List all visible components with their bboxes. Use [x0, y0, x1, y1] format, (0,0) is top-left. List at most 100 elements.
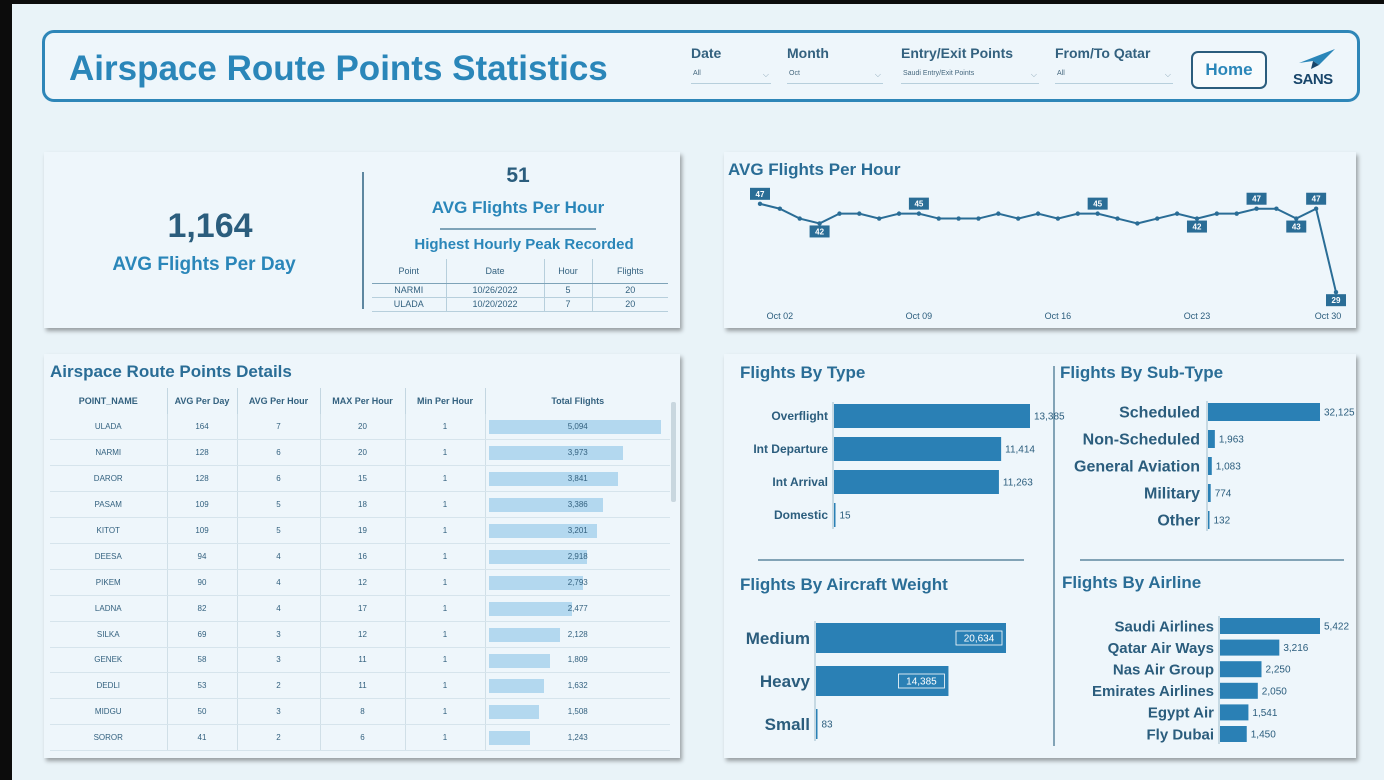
table-row[interactable]: PASAM 109 5 18 1 3,386: [50, 491, 670, 519]
line-point[interactable]: [876, 216, 882, 221]
table-scrollbar[interactable]: [671, 402, 676, 502]
line-point[interactable]: [817, 221, 822, 226]
month-filter[interactable]: Month Oct ⌵: [787, 45, 883, 84]
total-flights-value: 2,918: [567, 551, 588, 561]
col-min-per-hour[interactable]: Min Per Hour: [405, 388, 486, 414]
line-point[interactable]: [1155, 216, 1160, 221]
month-filter-select[interactable]: Oct ⌵: [787, 68, 883, 84]
data-label: 29: [1326, 294, 1346, 307]
line-point[interactable]: [916, 211, 922, 216]
peak-col-point[interactable]: Point: [372, 259, 447, 284]
bar[interactable]: [834, 404, 1030, 428]
line-point[interactable]: [1095, 211, 1100, 216]
line-point[interactable]: [777, 206, 783, 211]
total-flights-value: 1,632: [567, 681, 588, 691]
line-point[interactable]: [956, 216, 961, 221]
table-row[interactable]: ULADA 164 7 20 1 5,094: [50, 414, 670, 441]
line-point[interactable]: [936, 216, 941, 221]
line-point[interactable]: [896, 211, 902, 216]
table-row[interactable]: DAROR 128 6 15 1 3,841: [50, 465, 670, 493]
date-filter[interactable]: Date All ⌵: [691, 45, 771, 84]
line-point[interactable]: [1274, 206, 1279, 211]
peak-col-flights[interactable]: Flights: [592, 259, 668, 284]
line-point[interactable]: [1333, 289, 1339, 295]
cell-avg-per-hour: 4: [237, 595, 321, 622]
date-filter-select[interactable]: All ⌵: [691, 68, 771, 84]
line-point[interactable]: [1075, 211, 1080, 216]
bar[interactable]: [1208, 511, 1210, 529]
data-label-text: 42: [1193, 223, 1202, 232]
line-point[interactable]: [996, 211, 1001, 216]
bar[interactable]: [834, 437, 1002, 461]
line-point[interactable]: [1035, 211, 1041, 216]
table-row[interactable]: SOROR 41 2 6 1 1,243: [50, 724, 670, 752]
cell-max-per-hour: 8: [320, 698, 406, 726]
bar[interactable]: [1208, 484, 1211, 502]
cell-avg-per-hour: 4: [237, 569, 321, 596]
bar[interactable]: [1220, 682, 1258, 699]
col-total-flights[interactable]: Total Flights: [485, 388, 670, 414]
bar[interactable]: [1220, 704, 1249, 721]
total-flights-bar: [488, 472, 619, 487]
bar[interactable]: [1220, 639, 1280, 656]
bar[interactable]: [816, 709, 818, 739]
bar[interactable]: [1208, 457, 1212, 475]
col-avg-per-hour[interactable]: AVG Per Hour: [237, 388, 321, 414]
table-row[interactable]: GENEK 58 3 11 1 1,809: [50, 647, 670, 674]
col-max-per-hour[interactable]: MAX Per Hour: [320, 388, 406, 414]
table-row[interactable]: SILKA 69 3 12 1 2,128: [50, 621, 670, 648]
x-tick-label: Oct 16: [1045, 311, 1072, 321]
table-row[interactable]: DEDLI 53 2 11 1 1,632: [50, 672, 670, 700]
line-point[interactable]: [1016, 216, 1021, 221]
cell-point-name: PASAM: [50, 491, 168, 519]
data-label-text: 45: [914, 200, 923, 209]
table-row[interactable]: MIDGU 50 3 8 1 1,508: [50, 698, 670, 726]
cell-min-per-hour: 1: [405, 543, 486, 570]
line-point[interactable]: [976, 216, 981, 221]
bar[interactable]: [1208, 403, 1320, 421]
line-point[interactable]: [1135, 221, 1140, 226]
data-label: 45: [1087, 197, 1108, 210]
line-point[interactable]: [1055, 216, 1061, 221]
line-point[interactable]: [1313, 206, 1319, 211]
bar[interactable]: [1220, 726, 1247, 742]
entry-exit-filter-select[interactable]: Saudi Entry/Exit Points ⌵: [901, 68, 1039, 84]
qatar-filter-select[interactable]: All ⌵: [1055, 68, 1173, 84]
total-flights-value: 2,128: [567, 629, 588, 639]
table-row[interactable]: KITOT 109 5 19 1 3,201: [50, 517, 670, 544]
bar[interactable]: [1220, 618, 1320, 634]
bar[interactable]: [834, 470, 999, 494]
details-header: POINT_NAME AVG Per Day AVG Per Hour MAX …: [50, 388, 670, 414]
table-row[interactable]: NARMI 128 6 20 1 3,973: [50, 439, 670, 467]
home-button[interactable]: Home: [1191, 51, 1267, 89]
line-point[interactable]: [1234, 211, 1239, 216]
line-point[interactable]: [1214, 211, 1220, 216]
line-point[interactable]: [1174, 211, 1180, 216]
table-row[interactable]: LADNA 82 4 17 1 2,477: [50, 595, 670, 622]
total-flights-value: 1,809: [567, 655, 588, 665]
qatar-filter[interactable]: From/To Qatar All ⌵: [1055, 45, 1173, 84]
line-point[interactable]: [1194, 216, 1200, 221]
line-point[interactable]: [757, 201, 763, 207]
table-row[interactable]: DEESA 94 4 16 1 2,918: [50, 543, 670, 570]
line-point[interactable]: [797, 216, 802, 221]
bar[interactable]: [834, 503, 836, 527]
line-point[interactable]: [837, 211, 842, 216]
col-avg-per-day[interactable]: AVG Per Day: [167, 388, 238, 414]
cell-point-name: MIDGU: [50, 698, 168, 726]
chevron-down-icon: ⌵: [762, 70, 769, 79]
peak-col-date[interactable]: Date: [446, 259, 545, 284]
bar[interactable]: [1208, 430, 1215, 448]
entry-exit-filter[interactable]: Entry/Exit Points Saudi Entry/Exit Point…: [901, 45, 1039, 84]
line-point[interactable]: [1254, 206, 1259, 211]
line-point[interactable]: [1294, 216, 1299, 221]
line-point[interactable]: [1115, 216, 1120, 221]
col-point-name[interactable]: POINT_NAME: [50, 388, 168, 414]
sans-logo: SANS: [1293, 47, 1341, 91]
cell-max-per-hour: 11: [320, 647, 406, 674]
table-row[interactable]: PIKEM 90 4 12 1 2,793: [50, 569, 670, 596]
bar[interactable]: [1220, 661, 1262, 678]
peak-col-hour[interactable]: Hour: [544, 259, 593, 284]
line-point[interactable]: [857, 211, 862, 216]
cell-max-per-hour: 20: [320, 414, 406, 441]
